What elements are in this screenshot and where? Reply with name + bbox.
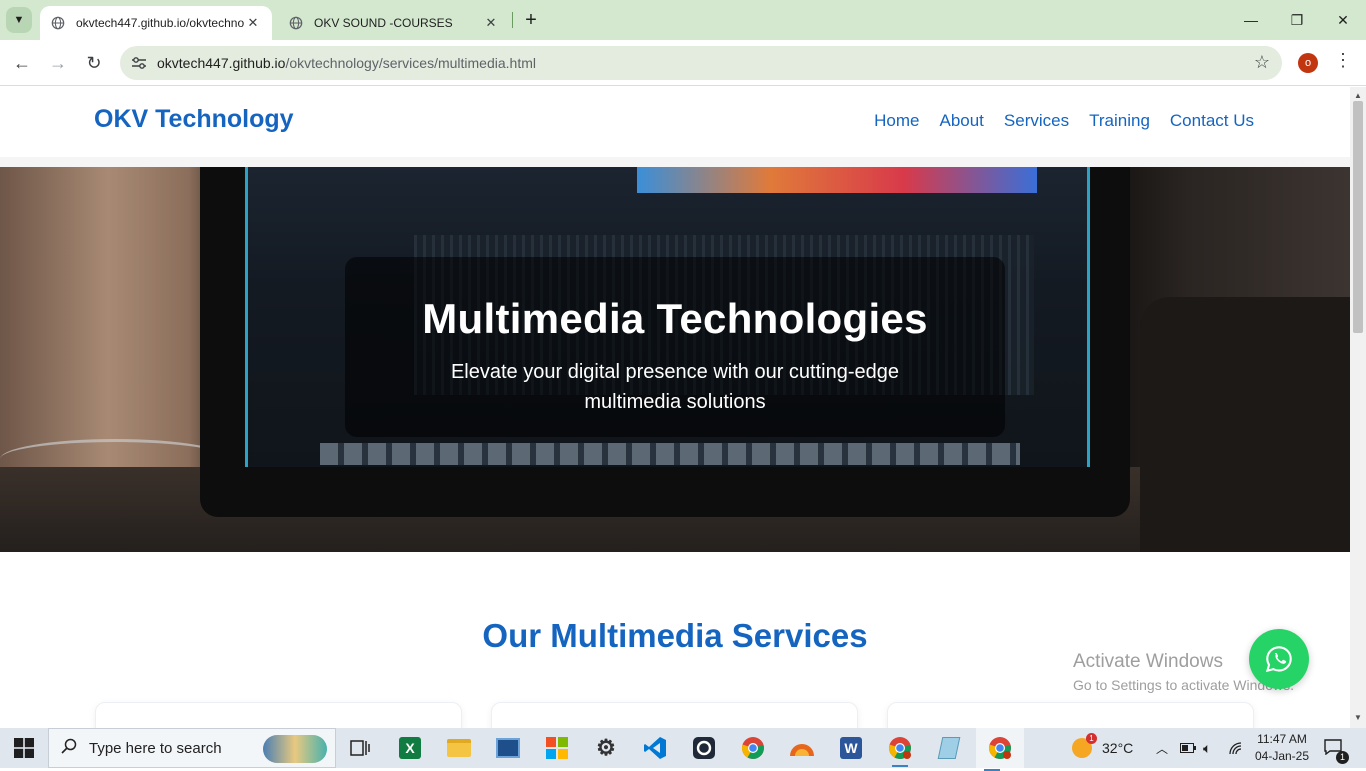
notification-center-icon[interactable]: 1 [1324,728,1349,768]
close-icon[interactable]: ✕ [482,14,500,32]
nav-home[interactable]: Home [874,111,919,131]
tab-title: OKV SOUND -COURSES [314,16,453,30]
task-view-icon[interactable] [344,732,376,764]
hero-preview-thumbnails [637,167,1037,193]
clock-date: 04-Jan-25 [1254,749,1310,763]
windows-taskbar: Type here to search X ⚙ W 1 32°C ︿ 🔈︎ 11… [0,728,1366,771]
vscode-icon[interactable] [639,732,671,764]
back-button[interactable]: ← [8,49,36,77]
settings-gear-icon[interactable]: ⚙ [590,732,622,764]
app-o-icon[interactable] [688,732,720,764]
hero-cable-image [0,439,230,479]
site-header: OKV Technology Home About Services Train… [0,87,1350,157]
globe-icon [50,15,66,31]
taskbar-clock[interactable]: 11:47 AM 04-Jan-25 [1250,731,1314,765]
chrome-icon[interactable] [737,732,769,764]
service-card[interactable] [887,702,1254,728]
hero-banner: Multimedia Technologies Elevate your dig… [0,167,1350,552]
site-logo[interactable]: OKV Technology [94,105,294,134]
site-info-icon[interactable] [124,48,154,78]
notepad-icon[interactable] [933,732,965,764]
close-icon[interactable]: ✕ [244,14,262,32]
whatsapp-icon [1265,646,1292,673]
header-spacer [0,157,1350,167]
windows-start-icon[interactable] [14,738,34,758]
hero-subtitle: Elevate your digital presence with our c… [450,361,900,413]
nav-contact-us[interactable]: Contact Us [1170,111,1254,131]
hero-speaker-image [1140,297,1350,552]
page-viewport: OKV Technology Home About Services Train… [0,87,1350,728]
restore-button[interactable]: ❐ [1274,6,1320,34]
battery-icon[interactable] [1180,728,1196,768]
service-card[interactable] [95,702,462,728]
bookmark-star-icon[interactable]: ☆ [1254,52,1270,73]
chrome-active-icon[interactable] [976,728,1024,771]
chrome-profile-icon[interactable] [884,732,916,767]
profile-avatar[interactable]: o [1298,53,1318,73]
hero-bezel-glow [1087,167,1090,467]
weather-sun-icon: 1 [1072,733,1097,758]
nav-training[interactable]: Training [1089,111,1150,131]
forward-button[interactable]: → [44,49,72,77]
taskbar-search-input[interactable]: Type here to search [48,728,336,768]
scroll-up-icon[interactable]: ▲ [1354,91,1362,100]
tab-title: okvtech447.github.io/okvtechnology [76,16,244,30]
remote-desktop-icon[interactable] [492,732,524,764]
search-icon [61,738,79,758]
page-scrollbar[interactable]: ▲ ▼ [1350,87,1366,728]
app-sunburst-icon[interactable] [786,732,818,764]
word-icon[interactable]: W [835,732,867,764]
chevron-down-icon: ▼ [13,14,25,26]
hero-text-card: Multimedia Technologies Elevate your dig… [345,257,1005,437]
temperature-text: 32°C [1102,740,1134,756]
hero-bezel-glow [245,167,248,467]
scrollbar-thumb[interactable] [1353,101,1363,333]
browser-toolbar: ← → ↻ okvtech447.github.io/okvtechnology… [0,40,1366,86]
store-icon[interactable] [541,732,573,764]
search-placeholder: Type here to search [89,739,222,757]
service-card[interactable] [491,702,858,728]
url-text: okvtech447.github.io/okvtechnology/servi… [157,55,536,71]
clock-time: 11:47 AM [1257,732,1307,746]
whatsapp-button[interactable] [1249,629,1309,689]
weather-badge: 1 [1086,733,1097,744]
address-bar[interactable]: okvtech447.github.io/okvtechnology/servi… [120,46,1282,80]
minimize-button[interactable]: — [1228,6,1274,34]
tab-search-button[interactable]: ▼ [6,7,32,33]
nav-about[interactable]: About [939,111,983,131]
browser-menu-icon[interactable]: ⋮ [1334,50,1352,71]
browser-tab-strip: ▼ okvtech447.github.io/okvtechnology ✕ O… [0,0,1366,40]
notification-badge: 1 [1336,750,1349,764]
url-path: /okvtechnology/services/multimedia.html [285,55,536,71]
nav-services[interactable]: Services [1004,111,1069,131]
section-title: Our Multimedia Services [482,617,868,654]
tab-separator [512,12,513,28]
file-explorer-icon[interactable] [443,732,475,764]
scroll-down-icon[interactable]: ▼ [1354,713,1362,722]
hero-title: Multimedia Technologies [422,295,928,342]
main-nav: Home About Services Training Contact Us [874,111,1254,131]
tab-okv-sound-courses[interactable]: OKV SOUND -COURSES ✕ [278,6,510,40]
window-close-button[interactable]: ✕ [1320,6,1366,34]
volume-icon[interactable]: 🔈︎ [1203,728,1211,768]
url-host: okvtech447.github.io [157,55,286,71]
new-tab-button[interactable]: + [520,9,542,31]
search-highlight-image [263,735,327,763]
hero-dock-image [320,443,1020,465]
globe-icon [288,15,304,31]
tab-okvtech[interactable]: okvtech447.github.io/okvtechnology ✕ [40,6,272,40]
excel-icon[interactable]: X [394,732,426,764]
wifi-icon[interactable] [1228,728,1244,768]
weather-widget[interactable]: 1 32°C [1072,728,1133,768]
tray-chevron-up-icon[interactable]: ︿ [1156,728,1168,768]
reload-button[interactable]: ↻ [80,49,108,77]
